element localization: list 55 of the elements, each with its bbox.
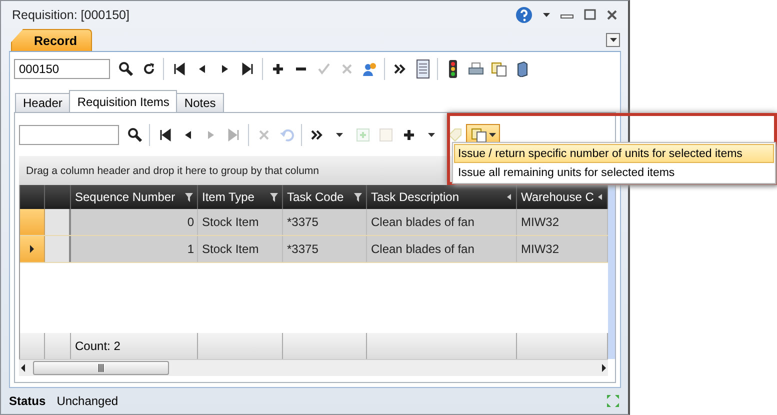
search-icon bbox=[126, 127, 142, 143]
minus-icon bbox=[294, 67, 306, 71]
vertical-scrollbar[interactable] bbox=[608, 185, 615, 359]
maximize-icon bbox=[584, 8, 596, 20]
help-icon bbox=[515, 6, 533, 24]
status-value: Unchanged bbox=[56, 394, 120, 408]
scroll-thumb[interactable] bbox=[33, 361, 169, 375]
row-indicator[interactable] bbox=[20, 236, 45, 262]
scroll-left-icon bbox=[19, 363, 27, 373]
printer-icon bbox=[468, 61, 484, 77]
list-icon bbox=[414, 59, 430, 79]
table-cell: *3375 bbox=[283, 236, 367, 262]
table-cell: Clean blades of fan bbox=[367, 209, 517, 235]
users-icon bbox=[362, 61, 378, 77]
grip-icon bbox=[98, 364, 104, 372]
menu-item[interactable]: Issue / return specific number of units for selected items bbox=[454, 144, 774, 163]
last-icon bbox=[226, 127, 242, 143]
table-cell: *3375 bbox=[283, 209, 367, 235]
copy-row-icon bbox=[378, 127, 394, 143]
resize-grip-icon bbox=[606, 394, 620, 408]
scroll-right-icon bbox=[600, 363, 608, 373]
sort-icon bbox=[506, 192, 512, 202]
filter-icon bbox=[185, 191, 193, 203]
tab[interactable]: Header bbox=[15, 93, 70, 113]
sort-icon bbox=[597, 192, 603, 202]
window-title: Requisition: [000150] bbox=[12, 8, 130, 22]
undo-icon bbox=[278, 127, 294, 143]
search-field[interactable] bbox=[19, 125, 119, 145]
ribbon-tab[interactable]: Record bbox=[11, 29, 92, 51]
table-row[interactable]: 0 Stock Item *3375 Clean blades of fan MIW32 bbox=[20, 209, 608, 236]
filter-icon bbox=[354, 191, 362, 203]
table-cell: 0 bbox=[71, 209, 198, 235]
ribbon-menu-button[interactable] bbox=[606, 33, 620, 47]
caret-icon bbox=[488, 133, 496, 137]
add-row-icon bbox=[354, 127, 370, 143]
last-icon bbox=[240, 61, 256, 77]
table-cell: Stock Item bbox=[198, 209, 283, 235]
filter-icon bbox=[270, 191, 278, 203]
record-field[interactable]: 000150 bbox=[14, 59, 110, 79]
caret-icon bbox=[336, 133, 343, 137]
caret-icon bbox=[610, 38, 616, 42]
table-cell: Stock Item bbox=[198, 236, 283, 262]
search-icon bbox=[118, 61, 134, 77]
tab[interactable]: Notes bbox=[176, 93, 224, 113]
table-row[interactable]: 1 Stock Item *3375 Clean blades of fan MIW32 bbox=[20, 236, 608, 263]
close-icon bbox=[606, 8, 618, 20]
table-cell: Clean blades of fan bbox=[367, 236, 517, 262]
caret-icon bbox=[543, 12, 550, 16]
status-label: Status bbox=[9, 394, 46, 408]
horizontal-scrollbar[interactable] bbox=[19, 359, 608, 376]
documents-icon bbox=[490, 61, 506, 77]
check-icon bbox=[316, 61, 332, 77]
current-row-icon bbox=[29, 245, 35, 253]
caret-icon bbox=[428, 133, 435, 137]
table-cell: 1 bbox=[71, 236, 198, 262]
